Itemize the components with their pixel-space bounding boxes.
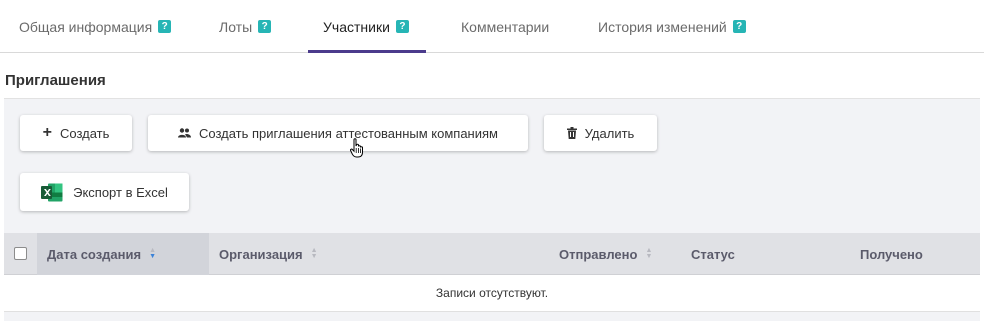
column-header-label: Дата создания [47, 246, 142, 262]
delete-button[interactable]: Удалить [544, 115, 657, 151]
tab-lots[interactable]: Лоты ? [219, 0, 272, 53]
column-header-organization[interactable]: Организация ▲ ▼ [219, 233, 318, 275]
select-all-checkbox[interactable] [14, 247, 27, 260]
export-excel-button[interactable]: Экспорт в Excel [20, 173, 189, 211]
column-header-status: Статус [691, 233, 735, 275]
help-icon[interactable]: ? [158, 20, 172, 33]
tab-participants[interactable]: Участники ? [323, 0, 409, 53]
tab-general-info[interactable]: Общая информация ? [19, 0, 172, 53]
delete-button-label: Удалить [584, 125, 635, 141]
tab-label: Комментарии [461, 18, 550, 35]
tab-label: История изменений [598, 18, 727, 35]
column-header-label: Получено [860, 246, 923, 262]
excel-icon [41, 183, 63, 202]
column-header-sent[interactable]: Отправлено ▲ ▼ [559, 233, 652, 275]
invite-button-label: Создать приглашения аттестованным компан… [199, 125, 498, 141]
column-header-label: Статус [691, 246, 735, 262]
sort-icon: ▲ ▼ [310, 247, 318, 260]
create-button-label: Создать [59, 125, 110, 141]
invite-attested-companies-button[interactable]: Создать приглашения аттестованным компан… [148, 115, 528, 151]
column-header-received: Получено [860, 233, 923, 275]
plus-icon: + [42, 124, 52, 141]
section-title: Приглашения [5, 72, 106, 89]
sort-icon: ▲ ▼ [149, 247, 157, 260]
sort-icon: ▲ ▼ [645, 247, 653, 260]
create-button[interactable]: + Создать [20, 115, 132, 151]
users-icon [178, 128, 191, 138]
column-header-label: Отправлено [559, 246, 638, 262]
help-icon[interactable]: ? [258, 20, 272, 33]
column-header-created-date[interactable]: Дата создания ▲ ▼ [37, 233, 209, 275]
tab-bar: Общая информация ? Лоты ? Участники ? Ко… [0, 0, 984, 53]
active-tab-indicator [308, 50, 426, 53]
empty-table-message: Записи отсутствуют. [4, 275, 980, 312]
table-footer [4, 312, 980, 321]
tab-comments[interactable]: Комментарии [461, 0, 549, 53]
tab-label: Лоты [219, 18, 253, 35]
hand-cursor-icon [350, 138, 363, 158]
column-header-label: Организация [219, 246, 303, 262]
trash-icon [566, 127, 577, 139]
help-icon[interactable]: ? [395, 20, 409, 33]
tab-label: Участники [323, 18, 390, 35]
tab-label: Общая информация [19, 18, 153, 35]
export-button-label: Экспорт в Excel [73, 184, 168, 200]
table-header: Дата создания ▲ ▼ Организация ▲ ▼ Отправле… [4, 233, 980, 275]
help-icon[interactable]: ? [732, 20, 746, 33]
tab-history[interactable]: История изменений ? [598, 0, 746, 53]
